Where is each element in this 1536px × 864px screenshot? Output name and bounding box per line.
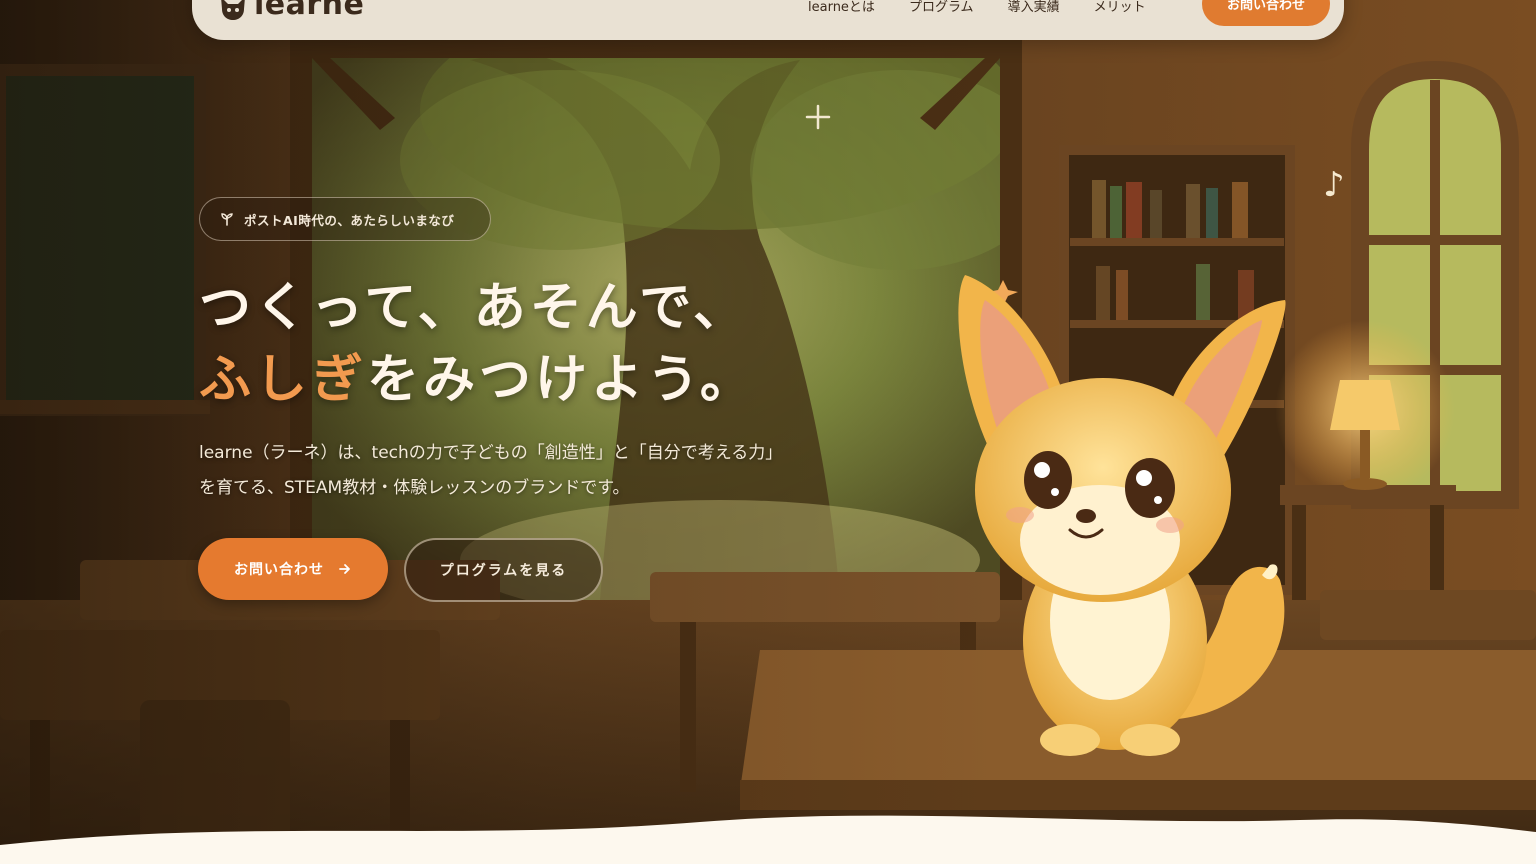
logo-wordmark: learne <box>254 0 365 22</box>
headline-line-2: ふしぎをみつけよう。 <box>199 344 839 416</box>
view-program-button-label: プログラムを見る <box>439 562 568 578</box>
hero-background-illustration: ♪ <box>0 0 1536 864</box>
headline-rest: をみつけよう。 <box>367 350 756 410</box>
hero-headline: つくって、あそんで、 ふしぎをみつけよう。 <box>199 272 839 416</box>
contact-button[interactable]: お問い合わせ <box>198 538 388 600</box>
sprout-icon <box>221 213 233 226</box>
tagline-badge: ポストAI時代の、あたらしいまなび <box>199 197 491 241</box>
contact-button-label: お問い合わせ <box>234 561 324 577</box>
arrow-right-icon <box>339 564 350 574</box>
tagline-text: ポストAI時代の、あたらしいまなび <box>244 212 455 228</box>
svg-text:♪: ♪ <box>1323 165 1345 205</box>
headline-accent: ふしぎ <box>199 350 368 410</box>
hero-description: learne（ラーネ）は、techの力で子どもの「創造性」と「自分で考える力」 … <box>199 436 819 506</box>
nav-link-about[interactable]: learneとは <box>808 0 875 15</box>
main-nav: learneとは プログラム 導入実績 メリット <box>808 0 1146 15</box>
description-line-2: を育てる、STEAM教材・体験レッスンのブランドです。 <box>199 478 630 498</box>
description-line-1: learne（ラーネ）は、techの力で子どもの「創造性」と「自分で考える力」 <box>199 443 783 463</box>
header-contact-button[interactable]: お問い合わせ <box>1202 0 1330 26</box>
nav-link-cases[interactable]: 導入実績 <box>1008 0 1060 15</box>
nav-link-program[interactable]: プログラム <box>909 0 974 15</box>
headline-line-1: つくって、あそんで、 <box>199 278 750 338</box>
view-program-button[interactable]: プログラムを見る <box>404 538 603 602</box>
nav-link-merit[interactable]: メリット <box>1094 0 1146 15</box>
fox-head-icon <box>221 0 245 20</box>
logo[interactable]: learne <box>218 0 364 28</box>
site-header: learne learneとは プログラム 導入実績 メリット お問い合わせ <box>192 0 1344 40</box>
